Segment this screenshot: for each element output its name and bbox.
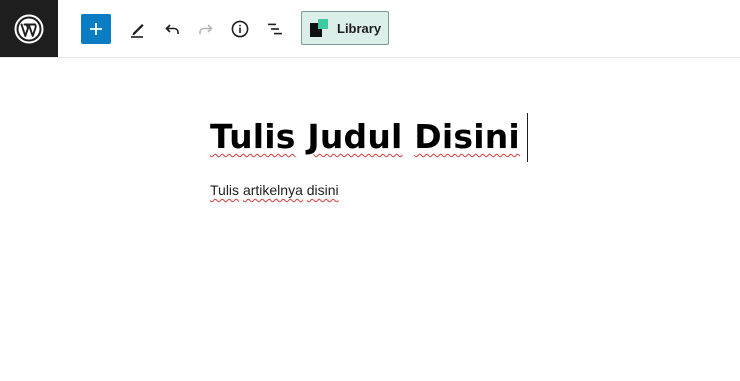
redo-icon <box>199 24 213 34</box>
editor-toolbar: Library <box>0 0 740 58</box>
paragraph-word: artikelnya <box>242 182 303 198</box>
title-word: Judul <box>307 117 403 156</box>
library-icon <box>310 18 329 38</box>
library-icon-green-square <box>318 18 328 29</box>
info-icon <box>231 20 249 38</box>
list-view-icon <box>268 23 282 35</box>
add-block-button[interactable] <box>81 14 111 44</box>
pencil-icon <box>131 24 144 38</box>
text-cursor <box>527 113 528 162</box>
undo-button[interactable] <box>157 14 187 44</box>
title-word: Disini <box>414 117 520 156</box>
undo-icon <box>165 24 179 34</box>
paragraph-block[interactable]: Tulis artikelnya disini <box>210 182 339 198</box>
redo-button[interactable] <box>191 14 221 44</box>
library-button[interactable]: Library <box>301 11 389 45</box>
wordpress-icon <box>14 14 44 43</box>
details-button[interactable] <box>225 14 255 44</box>
library-label: Library <box>337 20 382 36</box>
list-view-button[interactable] <box>260 14 290 44</box>
paragraph-word: Tulis <box>210 182 240 198</box>
title-word: Tulis <box>210 117 296 156</box>
wordpress-logo-button[interactable] <box>0 0 58 57</box>
plus-icon <box>90 23 102 35</box>
post-title-input[interactable]: Tulis Judul Disini <box>210 117 520 163</box>
paragraph-word: disini <box>306 182 339 198</box>
tools-button[interactable] <box>122 14 152 44</box>
